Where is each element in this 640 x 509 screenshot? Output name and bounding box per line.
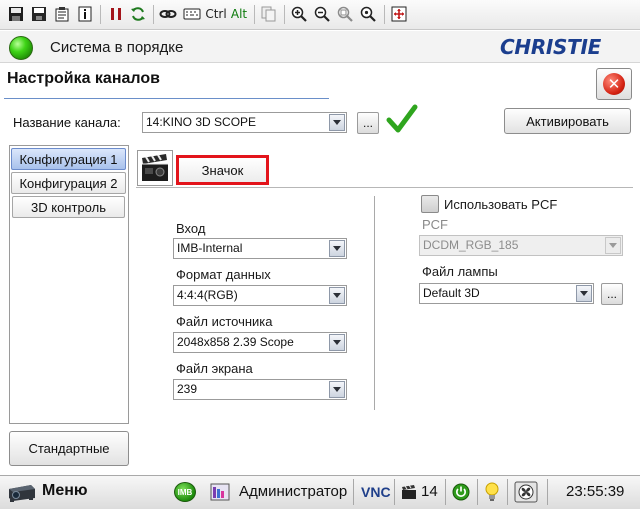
source-file-select[interactable]: 2048x858 2.39 Scope bbox=[173, 332, 347, 353]
data-format-select[interactable]: 4:4:4(RGB) bbox=[173, 285, 347, 306]
chevron-down-icon bbox=[605, 237, 621, 254]
chevron-down-icon bbox=[576, 285, 592, 302]
screen-file-select[interactable]: 239 bbox=[173, 379, 347, 400]
chevron-down-icon bbox=[329, 240, 345, 257]
close-button[interactable]: ✕ bbox=[596, 68, 632, 100]
film-clapper-icon bbox=[400, 481, 418, 503]
pause-icon[interactable] bbox=[106, 4, 126, 24]
screen-file-select-value: 239 bbox=[177, 382, 198, 396]
use-pcf-label: Использовать PCF bbox=[444, 197, 558, 212]
config-item-1[interactable]: Конфигурация 1 bbox=[11, 148, 126, 170]
source-file-select-value: 2048x858 2.39 Scope bbox=[177, 335, 294, 349]
taskbar-separator bbox=[353, 479, 354, 505]
defaults-button[interactable]: Стандартные bbox=[9, 431, 129, 466]
save-icon[interactable] bbox=[29, 4, 49, 24]
color-palette-icon[interactable] bbox=[209, 481, 231, 503]
column-divider bbox=[374, 196, 375, 410]
source-file-label: Файл источника bbox=[176, 314, 273, 329]
lamp-file-select-value: Default 3D bbox=[423, 286, 480, 300]
power-icon[interactable] bbox=[451, 481, 471, 503]
vnc-indicator[interactable]: VNC bbox=[361, 484, 391, 500]
christie-logo: CHRISTIE bbox=[500, 35, 602, 59]
active-channel-number[interactable]: 14 bbox=[421, 483, 438, 500]
status-led-icon bbox=[9, 36, 33, 60]
properties-icon[interactable] bbox=[52, 4, 72, 24]
channel-select[interactable]: 14:KINO 3D SCOPE bbox=[142, 112, 347, 133]
alt-key[interactable]: Alt bbox=[230, 4, 248, 24]
screen-file-label: Файл экрана bbox=[176, 361, 253, 376]
user-role[interactable]: Администратор bbox=[239, 483, 347, 500]
zoom-reset-icon[interactable] bbox=[358, 4, 378, 24]
config-item-3d-control[interactable]: 3D контроль bbox=[12, 196, 125, 218]
copy-icon[interactable] bbox=[259, 4, 279, 24]
chevron-down-icon bbox=[329, 334, 345, 351]
cooling-fan-icon[interactable] bbox=[513, 480, 539, 504]
input-label: Вход bbox=[176, 221, 206, 236]
chevron-down-icon bbox=[329, 381, 345, 398]
taskbar-separator bbox=[394, 479, 395, 505]
taskbar-separator bbox=[547, 479, 548, 505]
refresh-icon[interactable] bbox=[128, 4, 148, 24]
menu-button[interactable]: Меню bbox=[42, 482, 88, 500]
activate-button[interactable]: Активировать bbox=[504, 108, 631, 134]
channel-browse-button[interactable]: ... bbox=[357, 112, 379, 134]
lamp-file-select[interactable]: Default 3D bbox=[419, 283, 594, 304]
lamp-file-browse-button[interactable]: ... bbox=[601, 283, 623, 305]
toolbar-separator bbox=[100, 5, 101, 24]
fullscreen-icon[interactable] bbox=[389, 4, 409, 24]
title-underline bbox=[4, 98, 329, 99]
ctrl-key[interactable]: Ctrl bbox=[205, 4, 227, 24]
pcf-select[interactable]: DCDM_RGB_185 bbox=[419, 235, 623, 256]
input-select[interactable]: IMB-Internal bbox=[173, 238, 347, 259]
lamp-file-label: Файл лампы bbox=[422, 264, 498, 279]
channel-name-label: Название канала: bbox=[13, 115, 121, 130]
toolbar-separator bbox=[153, 5, 154, 24]
channel-select-value: 14:KINO 3D SCOPE bbox=[146, 115, 257, 129]
toolbar-separator bbox=[254, 5, 255, 24]
pcf-select-value: DCDM_RGB_185 bbox=[423, 238, 519, 252]
zoom-out-icon[interactable] bbox=[312, 4, 332, 24]
zoom-fit-icon[interactable] bbox=[335, 4, 355, 24]
info-icon[interactable] bbox=[75, 4, 95, 24]
projector-icon[interactable] bbox=[6, 479, 38, 505]
chevron-down-icon bbox=[329, 287, 345, 304]
taskbar-separator bbox=[477, 479, 478, 505]
close-icon: ✕ bbox=[603, 73, 625, 95]
status-text: Система в порядке bbox=[50, 39, 184, 56]
taskbar-separator bbox=[507, 479, 508, 505]
data-format-select-value: 4:4:4(RGB) bbox=[177, 288, 238, 302]
checkmark-icon bbox=[386, 104, 418, 137]
config-item-2[interactable]: Конфигурация 2 bbox=[11, 172, 126, 194]
link-icon[interactable] bbox=[158, 4, 178, 24]
imb-status-icon[interactable]: IMB bbox=[173, 481, 197, 503]
page-title: Настройка каналов bbox=[7, 70, 160, 87]
badge-button[interactable]: Значок bbox=[176, 155, 269, 185]
keyboard-icon[interactable] bbox=[181, 4, 203, 24]
zoom-in-icon[interactable] bbox=[289, 4, 309, 24]
data-format-label: Формат данных bbox=[176, 267, 271, 282]
taskbar-separator bbox=[445, 479, 446, 505]
imb-badge: IMB bbox=[174, 482, 196, 502]
toolbar-separator bbox=[384, 5, 385, 24]
toolbar-separator bbox=[284, 5, 285, 24]
save-all-icon[interactable] bbox=[6, 4, 26, 24]
chevron-down-icon bbox=[329, 114, 345, 131]
use-pcf-checkbox[interactable] bbox=[421, 195, 439, 213]
header-divider bbox=[136, 187, 633, 188]
lamp-bulb-icon[interactable] bbox=[483, 481, 501, 503]
film-clapper-icon[interactable] bbox=[137, 150, 173, 186]
pcf-label: PCF bbox=[422, 217, 448, 232]
input-select-value: IMB-Internal bbox=[177, 241, 243, 255]
clock: 23:55:39 bbox=[566, 483, 625, 500]
